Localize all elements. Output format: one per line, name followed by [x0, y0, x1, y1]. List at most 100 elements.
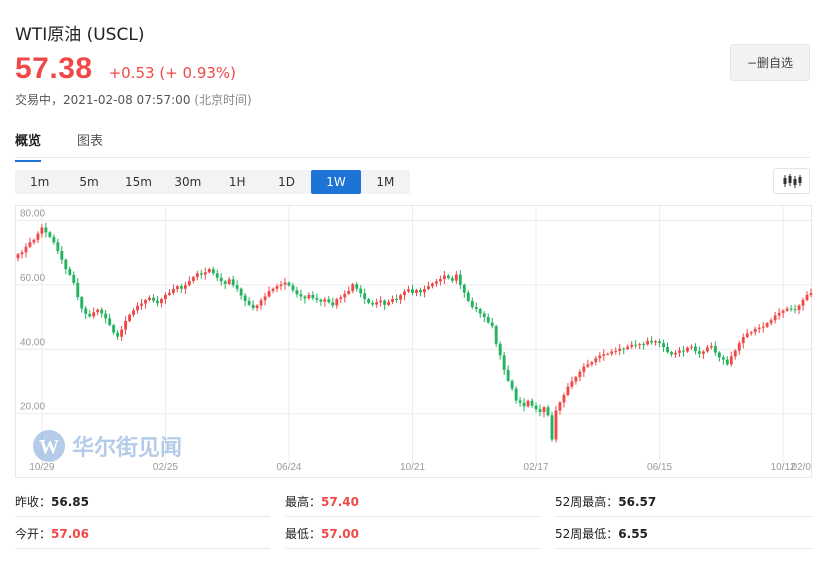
- stat-52w-high-label: 52周最高：: [555, 495, 619, 509]
- price-chart[interactable]: W 华尔街见闻 80.00 60.00 40.00 20.00 10/29 02/25 06…: [15, 205, 813, 478]
- candle-down: [156, 300, 159, 304]
- period-15m[interactable]: 15m: [114, 170, 163, 194]
- y-tick-label: 80.00: [20, 208, 45, 219]
- candle-up: [454, 274, 458, 281]
- candle-down: [670, 352, 673, 355]
- candle-up: [745, 333, 749, 338]
- candle-up: [686, 347, 689, 352]
- candle-up: [678, 350, 681, 353]
- x-tick-label: 06/15: [647, 462, 672, 473]
- period-30m[interactable]: 30m: [163, 170, 212, 194]
- candle-up: [765, 323, 769, 327]
- candle-down: [179, 286, 183, 289]
- candle-up: [279, 284, 283, 287]
- candle-down: [470, 300, 474, 308]
- candle-down: [450, 278, 454, 281]
- candle-up: [183, 285, 187, 289]
- period-1d[interactable]: 1D: [262, 170, 311, 194]
- candle-up: [347, 290, 351, 294]
- candle-down: [299, 294, 303, 297]
- period-1m[interactable]: 1m: [15, 170, 64, 194]
- candle-up: [351, 284, 355, 291]
- candle-up: [434, 281, 438, 284]
- candle-down: [478, 309, 482, 314]
- candle-up: [335, 299, 339, 306]
- candle-down: [367, 299, 371, 303]
- candle-down: [550, 415, 554, 440]
- x-tick-label: 10/21: [400, 462, 425, 473]
- candle-down: [72, 274, 76, 283]
- candle-up: [171, 289, 175, 293]
- stat-divider: [555, 516, 812, 517]
- stat-open-label: 今开：: [15, 527, 52, 541]
- timezone-label: (北京时间): [194, 93, 252, 107]
- candle-up: [375, 302, 379, 305]
- candle-down: [152, 297, 155, 301]
- candle-up: [403, 291, 406, 296]
- x-tick-label: 10/29: [29, 462, 54, 473]
- candle-up: [175, 286, 179, 290]
- stat-prev-close: 昨收：56.85: [15, 493, 89, 510]
- candle-up: [586, 364, 590, 367]
- candlestick-toggle-button[interactable]: [773, 168, 810, 194]
- trading-status: 交易中，2021-02-08 07:57:00 (北京时间): [15, 91, 252, 108]
- candle-down: [80, 297, 84, 309]
- candle-down: [76, 282, 80, 298]
- candle-up: [526, 400, 530, 407]
- candle-down: [211, 269, 215, 274]
- candle-down: [622, 348, 626, 350]
- remove-from-watchlist-button[interactable]: −删自选: [730, 44, 810, 81]
- candle-down: [789, 308, 793, 310]
- candle-up: [709, 346, 713, 348]
- y-tick-label: 20.00: [20, 402, 45, 413]
- candle-down: [725, 359, 729, 365]
- candle-up: [733, 350, 737, 357]
- watermark-text: 华尔街见闻: [72, 435, 182, 461]
- candle-down: [793, 309, 797, 311]
- candle-up: [781, 310, 785, 313]
- candle-down: [331, 302, 335, 306]
- candle-up: [36, 233, 40, 240]
- candle-down: [721, 357, 725, 360]
- candle-down: [713, 346, 717, 353]
- candle-up: [630, 344, 634, 347]
- period-5m[interactable]: 5m: [64, 170, 113, 194]
- candle-up: [777, 312, 781, 316]
- period-1w[interactable]: 1W: [311, 170, 361, 194]
- candle-up: [267, 290, 271, 297]
- candle-down: [56, 242, 60, 252]
- candle-down: [395, 299, 399, 301]
- candle-down: [104, 313, 108, 319]
- candle-down: [108, 318, 112, 326]
- candle-up: [674, 352, 677, 355]
- candle-up: [773, 315, 777, 321]
- candle-down: [48, 232, 52, 237]
- stat-divider: [285, 516, 540, 517]
- candle-up: [140, 303, 143, 306]
- candle-up: [753, 328, 757, 333]
- candle-up: [570, 381, 574, 387]
- candle-down: [490, 322, 494, 327]
- candle-up: [40, 227, 44, 234]
- period-1mo[interactable]: 1M: [361, 170, 410, 194]
- period-selector: 1m 5m 15m 30m 1H 1D 1W 1M: [15, 170, 410, 194]
- candle-down: [530, 400, 534, 406]
- candle-up: [805, 294, 809, 300]
- candle-up: [128, 314, 132, 321]
- candle-down: [546, 407, 550, 416]
- candle-up: [757, 327, 761, 329]
- candle-up: [602, 354, 606, 356]
- stat-52w-low-value: 6.55: [618, 527, 648, 541]
- candle-down: [235, 285, 239, 289]
- candle-down: [502, 355, 506, 370]
- candle-down: [88, 313, 92, 317]
- candle-up: [132, 310, 135, 315]
- candle-up: [554, 410, 558, 440]
- candle-up: [124, 320, 128, 330]
- candle-up: [614, 350, 618, 352]
- candle-down: [355, 284, 359, 289]
- candle-down: [363, 293, 367, 300]
- candle-up: [307, 294, 311, 299]
- period-1h[interactable]: 1H: [213, 170, 262, 194]
- stat-divider: [15, 548, 270, 549]
